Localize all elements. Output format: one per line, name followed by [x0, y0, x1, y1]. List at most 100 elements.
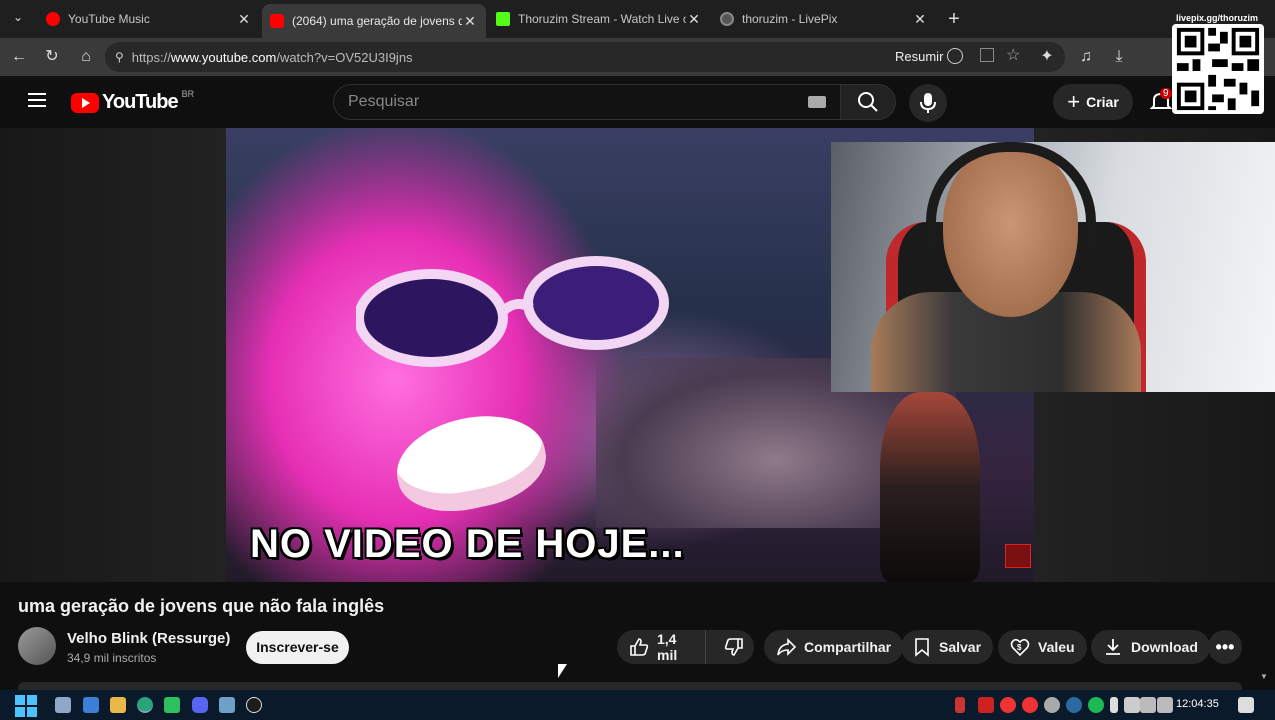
calendar-app-icon[interactable] [83, 697, 99, 713]
youtube-header: YouTube BR Pesquisar + Criar 9 [0, 76, 1275, 128]
tray-mic-icon[interactable] [955, 697, 965, 713]
svg-text:$: $ [1017, 643, 1022, 652]
youtube-logo[interactable]: YouTube BR [71, 88, 195, 114]
install-app-icon[interactable] [980, 48, 994, 62]
bookmark-star-icon[interactable]: ☆ [1006, 45, 1020, 65]
close-tab-icon[interactable]: ✕ [462, 13, 478, 30]
downloads-icon[interactable]: ⤓ [1108, 46, 1130, 68]
tab-label: (2064) uma geração de jovens que [292, 14, 462, 28]
dislike-button[interactable] [714, 630, 754, 664]
reload-button[interactable]: ↻ [41, 46, 63, 68]
thanks-button[interactable]: $ Valeu [998, 630, 1087, 664]
download-label: Download [1131, 639, 1198, 655]
tab-livepix[interactable]: thoruzim - LivePix ✕ [712, 4, 936, 34]
browser-tab-strip: ⌄ YouTube Music ✕ (2064) uma geração de … [0, 0, 1275, 38]
tray-app-icon[interactable] [978, 697, 994, 713]
start-button[interactable] [15, 695, 37, 717]
volume-icon[interactable] [1157, 697, 1173, 713]
tab-kick-stream[interactable]: Thoruzim Stream - Watch Live on ✕ [488, 4, 710, 34]
close-tab-icon[interactable]: ✕ [236, 11, 252, 28]
livepix-qr-code [1172, 24, 1264, 114]
subscribe-button[interactable]: Inscrever-se [246, 631, 349, 664]
tab-youtube-music[interactable]: YouTube Music ✕ [38, 4, 260, 34]
thanks-label: Valeu [1038, 639, 1075, 655]
extensions-icon[interactable]: ✦ [1036, 46, 1058, 68]
video-ambient-left [0, 128, 226, 582]
download-button[interactable]: Download [1091, 630, 1210, 664]
share-label: Compartilhar [804, 639, 892, 655]
channel-name[interactable]: Velho Blink (Ressurge) [67, 630, 230, 647]
obs-app-icon[interactable] [246, 697, 262, 713]
tray-record-icon[interactable] [1000, 697, 1016, 713]
download-icon [1106, 639, 1120, 655]
network-icon[interactable] [1140, 697, 1156, 713]
windows-logo-icon [15, 695, 25, 705]
tray-steam-icon[interactable] [1066, 697, 1082, 713]
description-panel-edge [18, 682, 1242, 690]
like-count: 1,4 mil [657, 631, 678, 663]
tray-microphone-icon[interactable] [1110, 697, 1118, 713]
task-view-icon[interactable] [55, 697, 71, 713]
livepix-favicon-icon [720, 12, 734, 26]
sunglasses-graphic [356, 256, 669, 367]
kick-favicon-icon [496, 12, 510, 26]
youtube-logo-text: YouTube [102, 91, 179, 113]
more-horizontal-icon: ••• [1215, 637, 1235, 657]
summarize-button[interactable]: Resumir [895, 49, 943, 64]
like-dislike-group: 1,4 mil [617, 630, 754, 664]
notification-center-icon[interactable] [1238, 697, 1254, 713]
summarize-icon [947, 48, 963, 64]
video-title: uma geração de jovens que não fala inglê… [18, 596, 385, 616]
site-info-icon[interactable]: ⚲ [115, 50, 124, 64]
create-button[interactable]: + Criar [1053, 84, 1133, 120]
tray-obs-icon[interactable] [1044, 697, 1060, 713]
headset-graphic [926, 142, 1096, 252]
tray-antivirus-icon[interactable] [1022, 697, 1038, 713]
region-code: BR [181, 88, 195, 99]
channel-watermark[interactable] [1005, 544, 1031, 568]
more-actions-button[interactable]: ••• [1208, 630, 1242, 664]
new-tab-button[interactable]: + [943, 8, 965, 30]
tab-youtube-video[interactable]: (2064) uma geração de jovens que ✕ [262, 4, 486, 38]
discord-icon[interactable] [192, 697, 208, 713]
home-button[interactable]: ⌂ [75, 46, 97, 68]
file-explorer-icon[interactable] [110, 697, 126, 713]
url-text: https://www.youtube.com/watch?v=OV52U3I9… [131, 49, 413, 65]
voice-search-button[interactable] [909, 84, 947, 122]
keyboard-icon[interactable] [808, 96, 826, 108]
save-button[interactable]: Salvar [901, 630, 994, 664]
whatsapp-icon[interactable] [164, 697, 180, 713]
scrollbar-down-arrow[interactable]: ▼ [1260, 672, 1268, 681]
system-clock[interactable]: 12:04:35 [1176, 698, 1219, 710]
close-tab-icon[interactable]: ✕ [912, 11, 928, 28]
back-button[interactable]: ← [8, 46, 30, 68]
mouse-cursor-icon [558, 664, 567, 678]
search-button[interactable] [840, 84, 896, 120]
plus-icon: + [1067, 89, 1081, 114]
windows-taskbar: 12:04:35 [0, 690, 1275, 720]
edge-browser-icon[interactable] [137, 697, 153, 713]
like-button[interactable]: 1,4 mil [617, 630, 706, 664]
youtube-music-favicon-icon [46, 12, 60, 26]
share-button[interactable]: Compartilhar [764, 630, 904, 664]
tray-spotify-icon[interactable] [1088, 697, 1104, 713]
guide-menu-icon[interactable] [28, 93, 46, 107]
tray-display-icon[interactable] [1124, 697, 1140, 713]
photos-app-icon[interactable] [219, 697, 235, 713]
tab-search-icon[interactable]: ⌄ [8, 10, 28, 28]
address-bar[interactable]: ⚲ https://www.youtube.com/watch?v=OV52U3… [105, 42, 1065, 72]
channel-avatar[interactable] [18, 627, 56, 665]
qr-code-icon [1176, 27, 1260, 111]
tab-label: YouTube Music [68, 12, 150, 26]
tab-label: Thoruzim Stream - Watch Live on [518, 12, 686, 26]
microphone-icon [920, 93, 936, 113]
share-icon [777, 638, 796, 656]
tab-label: thoruzim - LivePix [742, 12, 838, 26]
search-input[interactable]: Pesquisar [333, 84, 841, 120]
close-tab-icon[interactable]: ✕ [686, 11, 702, 28]
media-control-icon[interactable]: ♫ [1075, 46, 1097, 68]
save-label: Salvar [939, 639, 982, 655]
search-icon [858, 92, 878, 112]
video-caption: NO VIDEO DE HOJE... [250, 522, 685, 566]
create-label: Criar [1086, 94, 1119, 110]
